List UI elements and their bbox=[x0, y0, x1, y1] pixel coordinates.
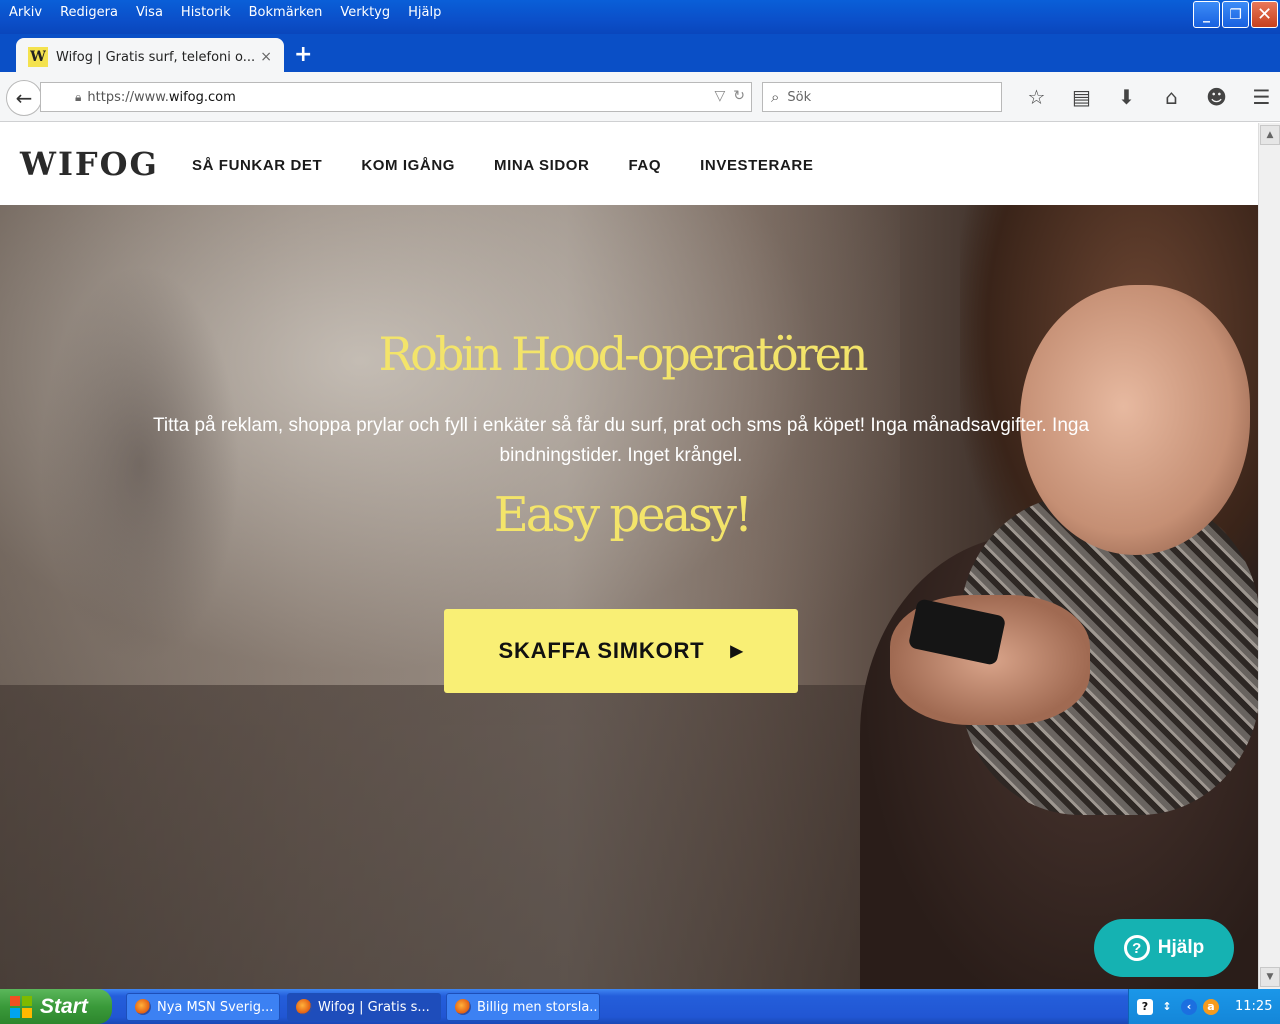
avast-icon[interactable]: a bbox=[1203, 998, 1219, 1015]
window-titlebar: Arkiv Redigera Visa Historik Bokmärken V… bbox=[0, 0, 1280, 34]
menu-arkiv[interactable]: Arkiv bbox=[9, 5, 42, 20]
star-icon[interactable]: ☆ bbox=[1014, 84, 1059, 110]
navigation-toolbar: ← 🔒︎ https://www. wifog.com ▽ ↻ ⌕ Sök ☆ ▤… bbox=[0, 72, 1280, 122]
taskbar-item-billig[interactable]: Billig men storsla... bbox=[446, 993, 600, 1021]
menu-icon[interactable]: ☰ bbox=[1239, 84, 1280, 110]
lock-icon: 🔒︎ bbox=[75, 89, 82, 104]
hero-subtitle: Easy peasy! bbox=[493, 487, 753, 543]
url-bar[interactable]: 🔒︎ https://www. wifog.com ▽ ↻ bbox=[40, 82, 752, 112]
volume-icon[interactable]: ↕ bbox=[1159, 999, 1175, 1015]
back-button[interactable]: ← bbox=[6, 80, 42, 116]
site-navigation: SÅ FUNKAR DET KOM IGÅNG MINA SIDOR FAQ I… bbox=[192, 157, 852, 174]
menu-hjalp[interactable]: Hjälp bbox=[408, 5, 441, 20]
wifog-favicon-icon: W bbox=[28, 47, 48, 67]
cta-label: SKAFFA SIMKORT bbox=[498, 638, 705, 663]
help-button[interactable]: ? Hjälp bbox=[1094, 919, 1234, 977]
tab-strip: W Wifog | Gratis surf, telefoni o... × bbox=[0, 34, 1280, 76]
site-header: WIFOG SÅ FUNKAR DET KOM IGÅNG MINA SIDOR… bbox=[0, 123, 1258, 205]
nav-sa-funkar-det[interactable]: SÅ FUNKAR DET bbox=[192, 157, 322, 174]
reading-list-icon[interactable]: ▤ bbox=[1059, 84, 1104, 110]
skaffa-simkort-button[interactable]: SKAFFA SIMKORT ▶ bbox=[444, 609, 798, 693]
nav-kom-igang[interactable]: KOM IGÅNG bbox=[361, 157, 455, 174]
firefox-icon bbox=[455, 999, 471, 1015]
nav-faq[interactable]: FAQ bbox=[629, 157, 662, 174]
dropdown-icon[interactable]: ▽ bbox=[714, 88, 725, 104]
new-tab-button[interactable]: + bbox=[294, 42, 312, 67]
tab-title: Wifog | Gratis surf, telefoni o... bbox=[56, 49, 255, 65]
clock: 11:25 bbox=[1235, 999, 1273, 1014]
help-tray-icon[interactable]: ? bbox=[1137, 998, 1153, 1015]
taskbar-item-wifog[interactable]: Wifog | Gratis s... bbox=[287, 993, 441, 1021]
hero-section: Robin Hood-operatören Titta på reklam, s… bbox=[0, 205, 1258, 989]
menu-redigera[interactable]: Redigera bbox=[60, 5, 118, 20]
web-page: WIFOG SÅ FUNKAR DET KOM IGÅNG MINA SIDOR… bbox=[0, 123, 1258, 989]
taskbar-item-label: Billig men storsla... bbox=[477, 999, 600, 1015]
arrow-left-icon: ← bbox=[15, 86, 33, 110]
url-host: wifog.com bbox=[168, 89, 236, 105]
system-tray: ? ↕ ‹ a 11:25 bbox=[1128, 989, 1280, 1024]
hero-title: Robin Hood-operatören bbox=[378, 327, 868, 381]
close-window-button[interactable]: ✕ bbox=[1251, 1, 1278, 28]
hero-description: Titta på reklam, shoppa prylar och fyll … bbox=[152, 415, 1090, 466]
taskbar-item-label: Wifog | Gratis s... bbox=[318, 999, 430, 1015]
search-bar[interactable]: ⌕ Sök bbox=[762, 82, 1002, 112]
tab-close-icon[interactable]: × bbox=[260, 49, 272, 65]
help-label: Hjälp bbox=[1157, 937, 1205, 958]
firefox-icon bbox=[135, 999, 151, 1015]
menu-bar: Arkiv Redigera Visa Historik Bokmärken V… bbox=[0, 0, 459, 24]
play-arrow-icon: ▶ bbox=[730, 643, 744, 660]
menu-bokmarken[interactable]: Bokmärken bbox=[249, 5, 323, 20]
restore-button[interactable]: ❐ bbox=[1222, 1, 1249, 28]
start-label: Start bbox=[40, 994, 88, 1018]
taskbar-item-label: Nya MSN Sverig... bbox=[157, 999, 274, 1015]
menu-visa[interactable]: Visa bbox=[136, 5, 163, 20]
url-tail: ▽ ↻ bbox=[714, 88, 745, 104]
browser-tab[interactable]: W Wifog | Gratis surf, telefoni o... × bbox=[16, 38, 284, 76]
chevron-left-icon[interactable]: ‹ bbox=[1181, 998, 1197, 1015]
scroll-down-icon[interactable]: ▼ bbox=[1260, 967, 1280, 987]
reload-icon[interactable]: ↻ bbox=[733, 88, 745, 104]
search-placeholder: Sök bbox=[787, 89, 812, 105]
wifog-logo[interactable]: WIFOG bbox=[20, 145, 159, 183]
nav-investerare[interactable]: INVESTERARE bbox=[700, 157, 813, 174]
firefox-icon bbox=[296, 999, 312, 1015]
vertical-scrollbar[interactable]: ▲ ▼ bbox=[1258, 123, 1280, 989]
toolbar-icons: ☆ ▤ ⬇ ⌂ ☻ ☰ bbox=[1014, 84, 1280, 110]
minimize-button[interactable]: _ bbox=[1193, 1, 1220, 28]
search-icon: ⌕ bbox=[771, 88, 780, 106]
question-icon: ? bbox=[1123, 935, 1150, 961]
taskbar-item-msn[interactable]: Nya MSN Sverig... bbox=[126, 993, 280, 1021]
scroll-up-icon[interactable]: ▲ bbox=[1260, 125, 1280, 145]
window-controls: _ ❐ ✕ bbox=[1193, 1, 1278, 28]
home-icon[interactable]: ⌂ bbox=[1149, 84, 1194, 110]
download-icon[interactable]: ⬇ bbox=[1104, 84, 1149, 110]
windows-logo-icon bbox=[10, 995, 32, 1018]
start-button[interactable]: Start bbox=[0, 989, 112, 1024]
url-prefix: https://www. bbox=[87, 89, 169, 105]
nav-mina-sidor[interactable]: MINA SIDOR bbox=[494, 157, 589, 174]
menu-historik[interactable]: Historik bbox=[181, 5, 231, 20]
windows-taskbar: Start Nya MSN Sverig... Wifog | Gratis s… bbox=[0, 989, 1280, 1024]
chat-icon[interactable]: ☻ bbox=[1194, 84, 1239, 110]
menu-verktyg[interactable]: Verktyg bbox=[340, 5, 390, 20]
